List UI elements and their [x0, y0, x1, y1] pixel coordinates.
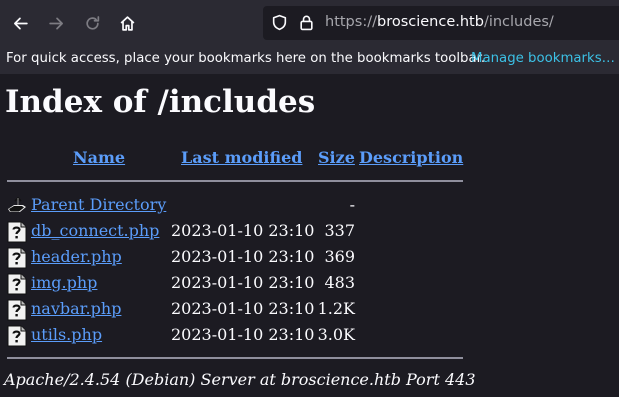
shield-icon[interactable] [271, 14, 288, 31]
row-modified: 2023-01-10 23:10 [171, 247, 315, 266]
table-row: utils.php 2023-01-10 23:10 3.0K [0, 324, 619, 348]
back-folder-icon [8, 196, 26, 212]
row-modified: 2023-01-10 23:10 [171, 221, 315, 240]
row-size: 483 [324, 273, 355, 292]
url-path: /includes/ [483, 14, 554, 30]
parent-directory-link[interactable]: Parent Directory [31, 195, 166, 214]
row-modified: 2023-01-10 23:10 [171, 299, 315, 318]
row-size: 3.0K [317, 325, 355, 344]
row-modified: 2023-01-10 23:10 [171, 325, 315, 344]
bookmarks-empty-message: For quick access, place your bookmarks h… [6, 51, 486, 66]
unknown-file-icon [7, 221, 27, 243]
column-header-description[interactable]: Description [359, 148, 463, 167]
header-divider [7, 180, 463, 182]
reload-icon [85, 15, 99, 30]
bookmarks-toolbar: For quick access, place your bookmarks h… [0, 46, 619, 74]
home-icon [120, 15, 134, 31]
lock-icon[interactable] [299, 14, 314, 31]
table-row-parent: Parent Directory - [0, 194, 619, 218]
row-size: 1.2K [317, 299, 355, 318]
unknown-file-icon [7, 299, 27, 321]
file-link[interactable]: db_connect.php [31, 221, 159, 240]
table-row: navbar.php 2023-01-10 23:10 1.2K [0, 298, 619, 322]
url-host: broscience.htb [376, 14, 484, 30]
unknown-file-icon [7, 247, 27, 269]
manage-bookmarks-link[interactable]: Manage bookmarks… [471, 51, 615, 66]
url-bar[interactable]: https://broscience.htb/includes/ [263, 6, 619, 40]
file-link[interactable]: img.php [31, 273, 97, 292]
browser-toolbar: https://broscience.htb/includes/ [0, 0, 619, 46]
page-title: Index of /includes [5, 84, 316, 120]
column-header-last-modified[interactable]: Last modified [181, 148, 302, 167]
file-link[interactable]: utils.php [31, 325, 102, 344]
arrow-right-icon [48, 17, 63, 29]
file-link[interactable]: navbar.php [31, 299, 121, 318]
table-row: header.php 2023-01-10 23:10 369 [0, 246, 619, 270]
table-row: img.php 2023-01-10 23:10 483 [0, 272, 619, 296]
file-link[interactable]: header.php [31, 247, 122, 266]
row-size: - [349, 195, 355, 214]
unknown-file-icon [7, 273, 27, 295]
url-scheme: https:// [325, 14, 377, 30]
server-signature: Apache/2.4.54 (Debian) Server at broscie… [4, 370, 476, 389]
reload-button[interactable] [76, 7, 108, 39]
column-header-size[interactable]: Size [318, 148, 355, 167]
page-content: Index of /includes Name Last modified Si… [0, 74, 619, 397]
url-text[interactable]: https://broscience.htb/includes/ [325, 14, 554, 30]
row-size: 337 [324, 221, 355, 240]
footer-divider [7, 357, 463, 359]
forward-button[interactable] [40, 7, 72, 39]
unknown-file-icon [7, 325, 27, 347]
row-size: 369 [324, 247, 355, 266]
table-row: db_connect.php 2023-01-10 23:10 337 [0, 220, 619, 244]
arrow-left-icon [13, 17, 28, 29]
home-button[interactable] [111, 7, 143, 39]
back-button[interactable] [4, 7, 36, 39]
row-modified: 2023-01-10 23:10 [171, 273, 315, 292]
column-header-name[interactable]: Name [73, 148, 125, 167]
